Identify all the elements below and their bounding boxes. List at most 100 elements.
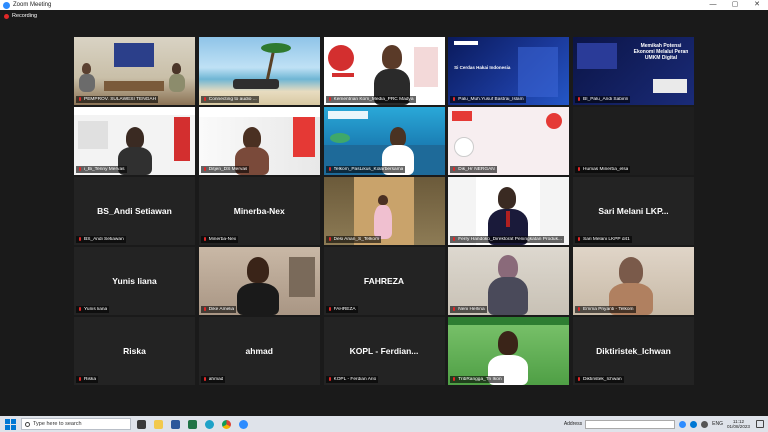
participant-video — [74, 107, 195, 175]
participant-video: Memikah Potensi Ekonomi Melalui Peran UM… — [573, 37, 694, 105]
mic-muted-icon — [203, 97, 207, 102]
participant-name-label: Riska — [76, 376, 98, 383]
participant-name-label: Palu_Muh.Yusuf Bastrai_Islam — [450, 96, 526, 103]
participant-name: Yunis liana — [84, 307, 108, 312]
notification-icon[interactable] — [756, 420, 764, 428]
meeting-area: Recording PEMPROV. SULAWESI TENGAH Connec… — [0, 10, 768, 416]
mic-muted-icon — [78, 307, 82, 312]
participant-name: Sari Melani LKPP d41 — [583, 237, 630, 242]
mic-muted-icon — [452, 167, 456, 172]
participant-name-label: Telkom_PasLikus_Kolarbersama — [325, 166, 406, 173]
participant-name: BS_Andi Setiawan — [84, 237, 124, 242]
participant-name-label: i_Bi_Tenny Mervas — [76, 166, 127, 173]
participant-name-label: Sari Melani LKPP d41 — [575, 236, 632, 243]
participant-tile[interactable]: Desi Arian_S_Telkom — [323, 177, 445, 245]
participant-name-label: Ditjen_DS Mervas — [200, 166, 250, 173]
participant-video — [198, 107, 320, 175]
participant-tile[interactable]: Ditjen_DS Mervas — [198, 107, 320, 175]
participant-name-label: PEMPROV. SULAWESI TENGAH — [76, 96, 159, 103]
participant-name-label: Emma Priyanti - Telkom — [575, 306, 636, 313]
participant-video — [573, 247, 694, 315]
participant-name-label: Yunis liana — [76, 306, 110, 313]
participant-name-label: BI_Palu_Andi Sabirin — [575, 96, 631, 103]
participant-tile[interactable]: Connecting to audio ... — [198, 37, 320, 105]
mic-muted-icon — [577, 97, 581, 102]
mic-muted-icon — [78, 167, 82, 172]
task-view-icon[interactable] — [135, 418, 148, 431]
participant-name: Desi Arian_S_Telkom — [333, 237, 380, 242]
excel-icon[interactable] — [186, 418, 199, 431]
word-icon[interactable] — [169, 418, 182, 431]
participant-tile[interactable]: Telkom_PasLikus_Kolarbersama — [323, 107, 445, 175]
recording-indicator[interactable]: Recording — [4, 13, 37, 19]
participant-video — [448, 177, 570, 245]
mic-muted-icon — [203, 377, 207, 382]
participant-video — [198, 37, 320, 105]
participant-tile[interactable]: ahmad ahmad — [198, 317, 320, 385]
participant-name-label: KOPL - Ferdian Ario — [325, 376, 379, 383]
address-input[interactable] — [585, 419, 676, 429]
participant-tile[interactable]: Memikah Potensi Ekonomi Melalui Peran UM… — [573, 37, 694, 105]
mic-muted-icon — [78, 237, 82, 242]
participant-video — [323, 37, 445, 105]
participant-name-label: Dik_Hr NERGAN — [450, 166, 497, 173]
mic-muted-icon — [203, 167, 207, 172]
participant-tile[interactable]: TribRangga_Tri Ikon — [448, 317, 570, 385]
participant-name-label: Diktiristek_Ichwan — [575, 376, 624, 383]
participant-tile[interactable]: PEMPROV. SULAWESI TENGAH — [74, 37, 195, 105]
participant-tile[interactable]: Yunis liana Yunis liana — [74, 247, 195, 315]
chrome-icon[interactable] — [220, 418, 233, 431]
participant-display-name: KOPL - Ferdian... — [349, 346, 419, 356]
participant-tile[interactable]: FAHREZA FAHREZA — [323, 247, 445, 315]
participant-name: Palu_Muh.Yusuf Bastrai_Islam — [458, 97, 524, 102]
mic-muted-icon — [577, 377, 581, 382]
participant-name: Telkom_PasLikus_Kolarbersama — [333, 167, 404, 172]
participant-name: Ditjen_DS Mervas — [208, 167, 248, 172]
minimize-button[interactable]: — — [702, 0, 724, 10]
participant-tile[interactable]: Kementrian Kom_Media_PRC Madya — [323, 37, 445, 105]
participant-tile[interactable]: Minerba-Nex Minerba-Nex — [198, 177, 320, 245]
recording-label: Recording — [12, 13, 38, 19]
participant-tile[interactable]: Si Cerdas Hakai Indonesia Palu_Muh.Yusuf … — [448, 37, 570, 105]
participant-name: FAHREZA — [333, 307, 356, 312]
mic-muted-icon — [328, 97, 332, 102]
participant-tile[interactable]: Diktiristek_Ichwan Diktiristek_Ichwan — [573, 317, 694, 385]
participant-name: Kementrian Kom_Media_PRC Madya — [333, 97, 414, 102]
participant-name: TribRangga_Tri Ikon — [458, 377, 502, 382]
mic-muted-icon — [78, 377, 82, 382]
participant-tile[interactable]: Emma Priyanti - Telkom — [573, 247, 694, 315]
language-indicator[interactable]: ENG — [712, 421, 723, 427]
volume-icon[interactable] — [701, 420, 709, 428]
edge-icon[interactable] — [203, 418, 216, 431]
participant-display-name: Yunis liana — [112, 276, 157, 286]
participant-tile[interactable]: Sari Melani LKP... Sari Melani LKPP d41 — [573, 177, 694, 245]
participant-tile[interactable]: i_Bi_Tenny Mervas — [74, 107, 195, 175]
maximize-button[interactable]: ▢ — [724, 0, 746, 10]
mic-muted-icon — [328, 377, 332, 382]
windows-start-button[interactable] — [3, 417, 17, 431]
clock[interactable]: 11:12 01/08/2023 — [727, 419, 750, 429]
participant-tile[interactable]: Neni Herlina — [448, 247, 570, 315]
participant-tile[interactable]: BS_Andi Setiawan BS_Andi Setiawan — [74, 177, 195, 245]
participant-tile[interactable]: Riska Riska — [74, 317, 195, 385]
mic-muted-icon — [203, 237, 207, 242]
participant-tile[interactable]: Ferry Handoko_Direktorat Peningkatan Pro… — [448, 177, 570, 245]
participant-name: Connecting to audio ... — [208, 97, 257, 102]
participant-tile[interactable]: Dike Amelia — [198, 247, 320, 315]
zoom-taskbar-icon[interactable] — [237, 418, 250, 431]
participant-display-name: Riska — [123, 346, 146, 356]
network-icon[interactable] — [679, 420, 687, 428]
participant-tile[interactable]: KOPL - Ferdian... KOPL - Ferdian Ario — [323, 317, 445, 385]
taskbar-search-box[interactable]: Type here to search — [21, 418, 131, 430]
windows-taskbar: Type here to search Address ENG 11:12 01… — [0, 416, 768, 432]
participant-tile[interactable]: Humas Minerba_elsa — [573, 107, 694, 175]
file-explorer-icon[interactable] — [152, 418, 165, 431]
participant-name: i_Bi_Tenny Mervas — [84, 167, 125, 172]
participant-name-label: Desi Arian_S_Telkom — [325, 236, 382, 243]
participant-video: Si Cerdas Hakai Indonesia — [448, 37, 570, 105]
close-button[interactable]: ✕ — [746, 0, 768, 10]
participant-tile[interactable]: Dik_Hr NERGAN — [448, 107, 570, 175]
onedrive-icon[interactable] — [690, 420, 698, 428]
participant-video — [573, 107, 694, 175]
system-tray: ENG — [679, 420, 723, 428]
